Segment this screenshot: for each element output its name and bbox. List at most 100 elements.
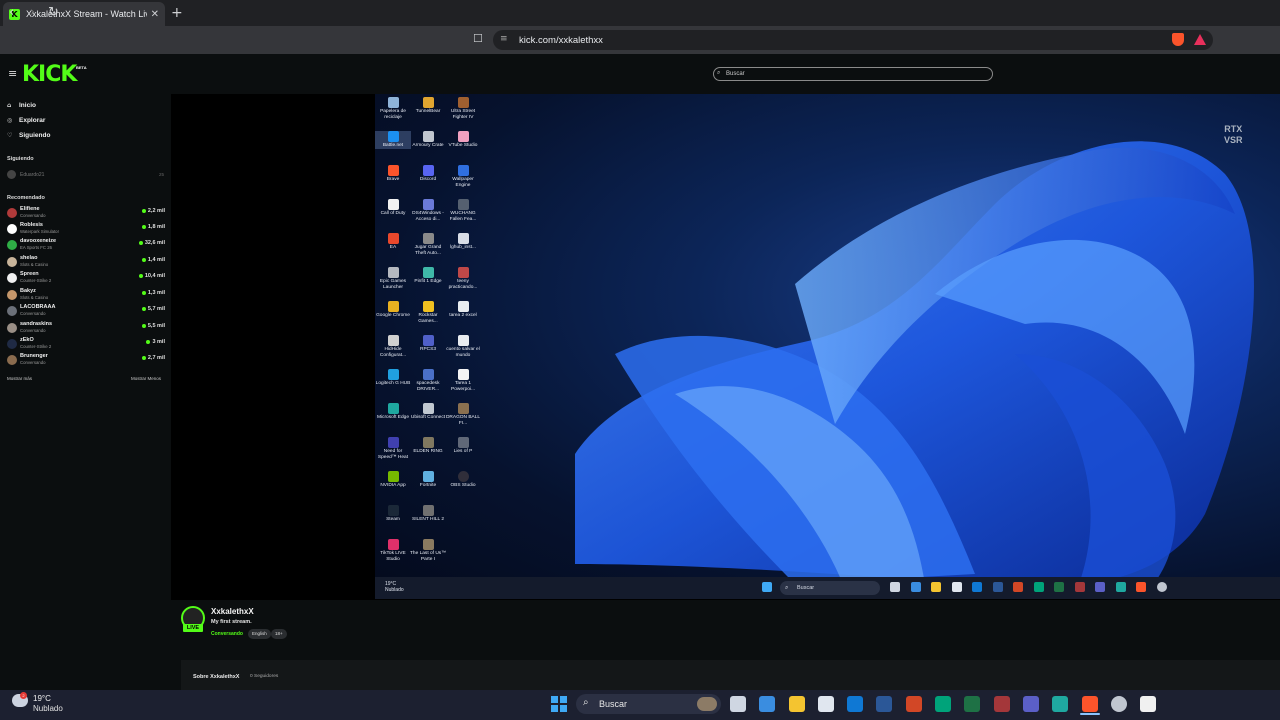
reload-icon[interactable]: ↻ <box>48 5 59 20</box>
start-button[interactable] <box>551 696 567 712</box>
sidebar-item-explorar[interactable]: ◎ Explorar <box>7 117 45 124</box>
teams-icon[interactable] <box>1022 696 1039 712</box>
rtx-label: RTX <box>1224 124 1243 134</box>
last-of-us-icon <box>422 539 434 550</box>
task-view-icon[interactable] <box>730 696 746 712</box>
recommended-channel[interactable]: Elifiene Conversando 2,2 mil <box>7 205 165 221</box>
recommended-channel[interactable]: davooxeneize EA Sports FC 26 32,6 mil <box>7 237 165 253</box>
word-icon <box>992 582 1003 592</box>
active-app-indicator <box>1080 713 1100 715</box>
recycle-bin-icon <box>387 97 399 108</box>
kick-header <box>0 54 1280 94</box>
following-channel[interactable]: Eduardo21 <box>7 170 44 179</box>
menu-icon[interactable]: ≡ <box>8 67 17 80</box>
viewer-count-value: 3 mil <box>152 339 165 345</box>
obs-icon <box>457 471 469 482</box>
desktop-icon: Steam <box>375 505 411 523</box>
browser-tab[interactable]: K XxkalethxX Stream - Watch Live ✕ <box>3 2 165 26</box>
brave-shields-icon[interactable] <box>1172 33 1184 46</box>
need-for-speed-icon <box>387 437 399 448</box>
search-input[interactable]: Buscar <box>713 67 993 81</box>
obs-studio-icon[interactable] <box>1140 696 1157 712</box>
outlook-icon[interactable] <box>847 696 864 712</box>
viewer-count-value: 2,2 mil <box>147 208 165 214</box>
avatar <box>7 290 17 300</box>
recommended-channel[interactable]: shelao Slots & Casino 1,4 mil <box>7 254 165 270</box>
live-dot-icon <box>146 340 151 344</box>
desktop-icon: Battle.net <box>375 131 411 149</box>
channel-category: Waterpark Simulator <box>20 229 60 234</box>
task-view-icon <box>890 582 900 592</box>
recommended-channel[interactable]: Roblesis Waterpark Simulator 1,8 mil <box>7 221 165 237</box>
new-tab-button[interactable]: + <box>171 5 183 21</box>
recommended-channel[interactable]: LACOBRAAA Conversando 5,7 mil <box>7 303 165 319</box>
desktop-icon: Pinfit 1 Edge <box>410 267 446 285</box>
brave-icon[interactable] <box>1081 696 1098 712</box>
channel-name: shelao <box>20 255 38 261</box>
sidebar-item-inicio[interactable]: ⌂ Inicio <box>7 102 36 109</box>
address-bar[interactable]: kick.com/xxkalethxx <box>493 30 1213 50</box>
viewer-count: 5,5 mil <box>141 323 165 329</box>
forward-icon[interactable]: › <box>30 5 35 20</box>
desktop-icon-label: Tarea 1 Powerpoi... <box>451 381 475 392</box>
recommended-channel[interactable]: zEkO Counter-Strike 2 3 mil <box>7 336 165 352</box>
stream-weather-desc: Nublado <box>385 587 404 593</box>
elden-ring-icon <box>422 437 434 448</box>
desktop-icon: SILENT HILL 2 <box>410 505 446 523</box>
rtx-vsr-overlay: RTX VSR <box>1224 124 1243 146</box>
channel-name[interactable]: XxkalethxX <box>211 607 254 616</box>
live-dot-icon <box>141 258 146 262</box>
app-icon[interactable] <box>1110 696 1127 712</box>
battlenet-icon <box>387 131 399 142</box>
heart-icon: ♡ <box>7 132 13 139</box>
file-explorer-icon[interactable] <box>788 696 805 712</box>
recommended-channel[interactable]: Spreen Counter-Strike 2 10,4 mil <box>7 270 165 286</box>
app-icon <box>1156 582 1167 592</box>
site-settings-icon[interactable]: ≡ <box>500 34 508 44</box>
channel-category: Slots & Casino <box>20 262 49 267</box>
excel-icon[interactable] <box>964 696 981 712</box>
close-tab-icon[interactable]: ✕ <box>151 9 159 20</box>
desktop-icon: Brave <box>375 165 411 183</box>
armoury-crate-icon <box>422 131 434 142</box>
recommended-channel[interactable]: sandraskins Conversando 5,5 mil <box>7 320 165 336</box>
edge-icon <box>1115 582 1126 592</box>
word-icon[interactable] <box>876 696 893 712</box>
powerpoint-icon[interactable] <box>905 696 922 712</box>
copilot-icon[interactable] <box>759 696 776 712</box>
desktop-icon-label: tarea 2 excel <box>449 313 477 318</box>
show-less-link[interactable]: Mostrar Menos <box>131 376 161 381</box>
sidebar-item-siguiendo[interactable]: ♡ Siguiendo <box>7 132 50 139</box>
live-dot-icon <box>141 324 146 328</box>
publisher-icon[interactable] <box>935 696 952 712</box>
show-more-link[interactable]: Mostrar más <box>7 376 32 381</box>
file-explorer-icon <box>931 582 941 592</box>
tag-18plus[interactable]: 18+ <box>271 629 287 639</box>
weather-temp[interactable]: 19°C <box>33 694 51 703</box>
search-highlight-icon <box>697 697 717 711</box>
bookmark-icon[interactable]: ☐ <box>473 32 483 45</box>
recommended-channel[interactable]: Brunenger Conversando 2,7 mil <box>7 352 165 368</box>
desktop-icon: ELDEN RING <box>410 437 446 455</box>
weather-desc[interactable]: Nublado <box>33 704 63 713</box>
channel-name: Spreen <box>20 271 39 277</box>
access-icon[interactable] <box>993 696 1010 712</box>
stream-category[interactable]: Conversando <box>211 631 243 637</box>
edge-icon[interactable] <box>1052 696 1069 712</box>
desktop-icon: RPCS3 <box>410 335 446 353</box>
hidhide-icon <box>387 335 399 346</box>
channel-name: Elifiene <box>20 206 40 212</box>
viewer-count-value: 1,4 mil <box>147 257 165 263</box>
back-icon[interactable]: ‹ <box>9 5 14 20</box>
avatar <box>7 170 16 179</box>
store-icon[interactable] <box>817 696 834 712</box>
nvidia-icon <box>387 471 399 482</box>
desktop-icon-label: Logitech G HUB <box>375 381 411 386</box>
tag-english[interactable]: English <box>248 629 271 639</box>
recommended-channel[interactable]: Bakyz Slots & Casino 1,3 mil <box>7 287 165 303</box>
brave-rewards-icon[interactable] <box>1194 34 1206 45</box>
desktop-icon-label: Papelera de reciclaje <box>380 109 406 120</box>
kick-logo[interactable]: KICK <box>22 62 77 87</box>
desktop-icon: Logitech G HUB <box>375 369 411 387</box>
desktop-icon: Google Chrome <box>375 301 411 319</box>
